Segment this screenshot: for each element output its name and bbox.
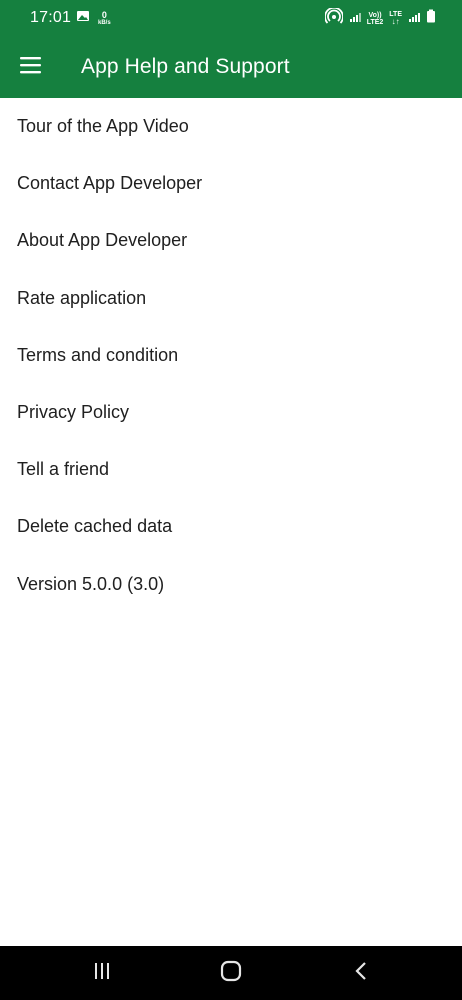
menu-item-label: Rate application [17,287,147,308]
app-bar: App Help and Support [0,36,462,98]
recent-apps-button[interactable] [84,958,120,988]
page-title: App Help and Support [81,55,290,78]
menu-item-delete-cache[interactable]: Delete cached data [0,498,462,555]
menu-item-version[interactable]: Version 5.0.0 (3.0) [0,556,462,613]
data-rate-indicator: 0 kB/s [98,10,111,27]
lte2-label: LTE2 [366,18,384,26]
system-nav-bar [0,946,462,1000]
menu-button[interactable] [14,50,48,84]
help-menu-list: Tour of the App Video Contact App Develo… [0,98,462,613]
menu-item-tour-video[interactable]: Tour of the App Video [0,98,462,155]
signal-icon [349,10,361,28]
back-button[interactable] [343,958,379,988]
image-icon [76,9,90,28]
menu-item-label: Delete cached data [17,516,173,537]
menu-item-label: Contact App Developer [17,173,203,194]
menu-item-label: About App Developer [17,230,188,251]
data-arrows-icon: ↓↑ [391,17,400,26]
menu-item-label: Tell a friend [17,459,110,480]
hamburger-menu-icon [19,56,43,79]
volte-lte2-indicator: Vo)) LTE2 [367,12,384,26]
menu-item-privacy-policy[interactable]: Privacy Policy [0,384,462,441]
menu-item-label: Tour of the App Video [17,116,189,137]
menu-item-label: Terms and condition [17,344,179,365]
home-icon [220,960,242,987]
menu-item-terms[interactable]: Terms and condition [0,327,462,384]
status-right-icons: Vo)) LTE2 LTE ↓↑ [323,6,436,29]
recent-apps-icon [92,962,112,985]
menu-item-tell-friend[interactable]: Tell a friend [0,441,462,498]
menu-item-label: Privacy Policy [17,402,130,423]
lte-indicator: LTE ↓↑ [389,11,402,26]
back-icon [354,961,368,986]
signal-icon [408,10,420,28]
volte-label: Vo)) [368,11,382,19]
menu-item-rate-application[interactable]: Rate application [0,270,462,327]
menu-item-about-developer[interactable]: About App Developer [0,212,462,269]
status-left-icons: 0 kB/s [76,9,111,28]
data-rate-unit: kB/s [98,20,111,26]
status-time: 17:01 [30,9,72,26]
hotspot-icon [323,6,344,29]
menu-item-label: Version 5.0.0 (3.0) [17,573,165,594]
menu-item-contact-developer[interactable]: Contact App Developer [0,155,462,212]
battery-icon [426,9,436,28]
data-rate-value: 0 [101,10,107,20]
home-button[interactable] [213,958,249,988]
status-bar: 17:01 0 kB/s Vo)) LTE2 LTE ↓↑ [0,0,462,36]
